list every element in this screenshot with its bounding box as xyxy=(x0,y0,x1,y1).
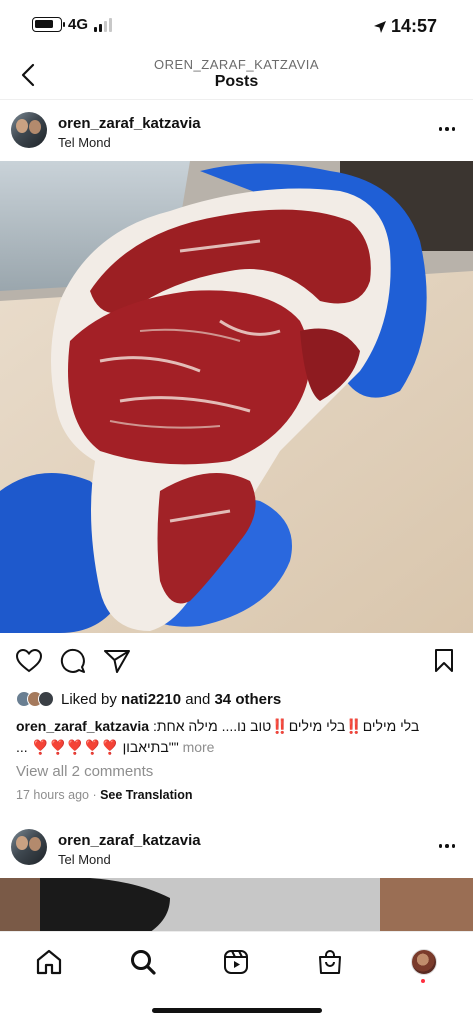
account-name: OREN_ZARAF_KATZAVIA xyxy=(153,57,320,72)
home-icon xyxy=(36,949,62,975)
nav-profile[interactable] xyxy=(406,944,442,980)
share-button[interactable] xyxy=(103,647,131,675)
post-location-2[interactable]: Tel Mond xyxy=(58,852,111,867)
send-icon xyxy=(104,650,130,673)
likes-and: and xyxy=(181,690,215,708)
caption-more-link[interactable]: more xyxy=(183,739,215,755)
steak-photo xyxy=(0,161,473,633)
comment-icon xyxy=(60,648,85,673)
nav-reels[interactable] xyxy=(218,944,254,980)
liker-avatar xyxy=(38,691,54,707)
top-header: OREN_ZARAF_KATZAVIA Posts xyxy=(0,52,473,100)
avatar-2[interactable] xyxy=(11,829,47,865)
status-bar: 4G 14:57 xyxy=(0,0,473,52)
post-header-2: oren_zaraf_katzavia Tel Mond xyxy=(0,818,473,878)
likes-prefix: Liked by xyxy=(61,690,122,708)
network-label: 4G xyxy=(68,16,89,33)
post-username-2[interactable]: oren_zaraf_katzavia xyxy=(58,832,201,849)
heart-icon xyxy=(16,649,42,673)
more-horizontal-icon xyxy=(438,844,443,848)
nav-shop[interactable] xyxy=(312,944,348,980)
post-actions xyxy=(0,643,473,679)
page-title: Posts xyxy=(214,73,259,90)
caption-line-1: oren_zaraf_katzavia בלי מילים‼️בלי מילים… xyxy=(16,716,456,737)
meta-separator: · xyxy=(88,788,101,802)
more-options-button[interactable] xyxy=(435,117,459,141)
caption-text: בלי מילים‼️בלי מילים‼️טוב נו.... מילה אח… xyxy=(152,718,420,734)
liked-by-user[interactable]: nati2210 xyxy=(121,691,181,708)
post-timestamp: 17 hours ago xyxy=(16,788,89,802)
post-photo[interactable] xyxy=(0,161,473,633)
search-icon xyxy=(131,950,156,975)
see-translation-link[interactable]: See Translation xyxy=(100,788,192,802)
home-indicator xyxy=(152,1008,322,1013)
comment-button[interactable] xyxy=(59,647,87,675)
avatar[interactable] xyxy=(11,112,47,148)
more-horizontal-icon xyxy=(438,127,443,131)
likes-others[interactable]: 34 others xyxy=(214,691,281,708)
battery-icon xyxy=(32,17,65,32)
caption-username[interactable]: oren_zaraf_katzavia xyxy=(16,718,149,734)
shopping-bag-icon xyxy=(319,950,341,974)
caption-text-2: ""בתיאבון ❣️❣️❣️❣️❣️ ... xyxy=(16,739,179,755)
view-comments-link[interactable]: View all 2 comments xyxy=(16,763,153,780)
like-button[interactable] xyxy=(15,647,43,675)
post-location[interactable]: Tel Mond xyxy=(58,135,111,150)
caption-line-2: ""בתיאבון ❣️❣️❣️❣️❣️ ... more xyxy=(16,737,456,758)
post-meta: 17 hours ago · See Translation xyxy=(16,788,193,802)
nav-home[interactable] xyxy=(31,944,67,980)
nav-search[interactable] xyxy=(125,944,161,980)
notification-dot xyxy=(421,979,425,983)
post-username[interactable]: oren_zaraf_katzavia xyxy=(58,115,201,132)
more-options-button-2[interactable] xyxy=(435,834,459,858)
bookmark-icon xyxy=(435,649,453,672)
profile-avatar xyxy=(411,949,437,975)
reels-icon xyxy=(224,950,248,974)
location-arrow-icon xyxy=(373,20,386,33)
post-2-photo-preview xyxy=(0,878,473,938)
status-right: 14:57 xyxy=(373,16,437,37)
clock-time: 14:57 xyxy=(390,16,437,36)
post-photo-2[interactable] xyxy=(0,878,473,938)
status-left: 4G xyxy=(32,16,113,33)
post-header: oren_zaraf_katzavia Tel Mond xyxy=(0,101,473,161)
save-button[interactable] xyxy=(430,647,458,675)
post-caption: oren_zaraf_katzavia בלי מילים‼️בלי מילים… xyxy=(16,716,456,758)
signal-icon xyxy=(94,17,113,32)
likes-summary[interactable]: Liked by nati2210 and 34 others xyxy=(16,688,281,710)
likes-text: Liked by nati2210 and 34 others xyxy=(61,691,281,708)
